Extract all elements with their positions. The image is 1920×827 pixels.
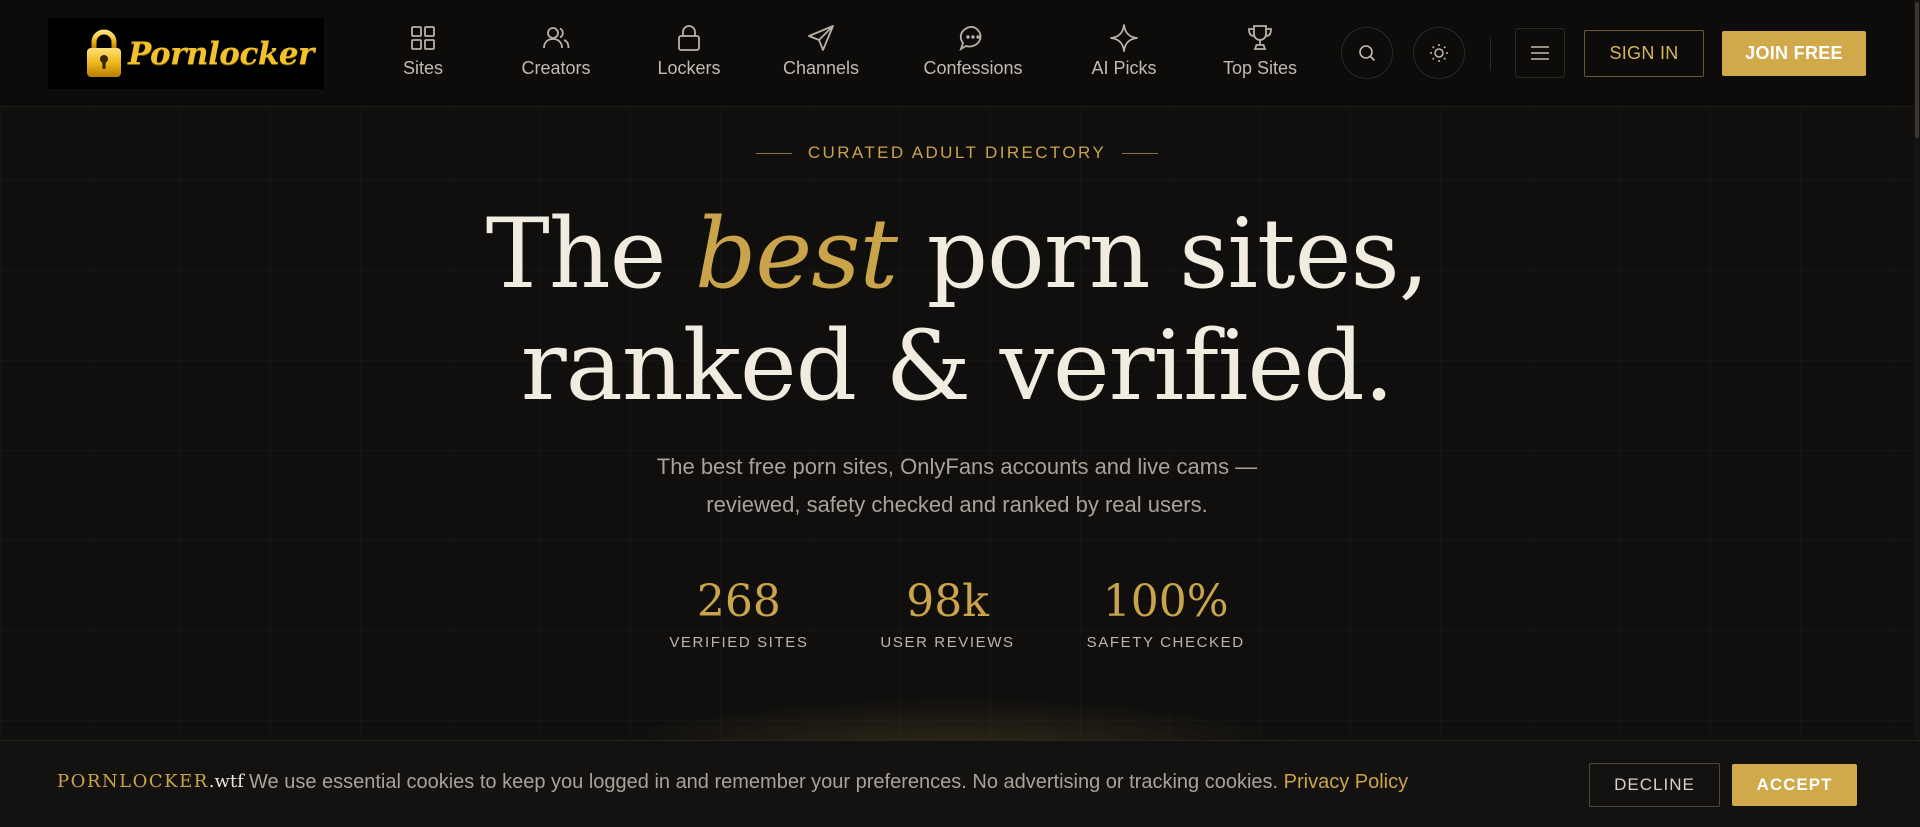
nav-item-lockers[interactable]: Lockers	[631, 22, 747, 79]
nav-label: Sites	[402, 58, 444, 78]
search-button[interactable]	[1341, 27, 1393, 79]
nav-label: Lockers	[657, 58, 721, 78]
title-part-2: porn sites,	[897, 198, 1430, 310]
logo-text: Pornlocker	[128, 35, 314, 72]
cookie-brand: PORNLOCKER.wtf	[57, 771, 244, 792]
nav-label: Confessions	[923, 58, 1023, 78]
padlock-icon	[87, 29, 121, 77]
grid-icon	[411, 26, 435, 50]
hero-title: The best porn sites, ranked & verified.	[0, 198, 1914, 422]
stat-value: 100%	[1102, 576, 1229, 627]
hero-stats: 268 VERIFIED SITES 98k USER REVIEWS 100%…	[0, 576, 1914, 652]
stat-label: USER REVIEWS	[880, 634, 1015, 651]
nav-label: AI Picks	[1091, 58, 1157, 78]
send-icon	[808, 25, 834, 51]
title-part-1: The	[485, 198, 695, 310]
trophy-icon	[1248, 25, 1272, 50]
menu-button[interactable]	[1515, 28, 1565, 78]
hero-eyebrow: CURATED ADULT DIRECTORY	[0, 143, 1914, 163]
hero-subtitle: The best free porn sites, OnlyFans accou…	[656, 454, 1258, 517]
lock-icon	[678, 25, 700, 51]
cookie-consent-bar: PORNLOCKER.wtf We use essential cookies …	[0, 740, 1920, 827]
stat-label: VERIFIED SITES	[669, 634, 809, 651]
nav-item-channels[interactable]: Channels	[747, 22, 895, 79]
hamburger-menu-icon	[1531, 46, 1549, 60]
search-icon	[1359, 45, 1376, 62]
eyebrow-line-right	[1122, 152, 1159, 154]
page-scrollbar-thumb[interactable]	[1915, 2, 1919, 138]
sparkle-icon	[1110, 24, 1138, 52]
theme-toggle-button[interactable]	[1413, 27, 1465, 79]
stat-verified-sites: 268 VERIFIED SITES	[669, 576, 809, 652]
cookie-brand-name: PORNLOCKER	[57, 771, 209, 792]
hero-title-line-2: ranked & verified.	[520, 310, 1395, 422]
page: Pornlocker Sites Creators Lockers Channe…	[0, 0, 1920, 827]
sun-icon	[1430, 44, 1448, 62]
site-logo[interactable]: Pornlocker	[48, 18, 324, 89]
privacy-policy-link[interactable]: Privacy Policy	[1284, 771, 1408, 793]
nav-item-top-sites[interactable]: Top Sites	[1197, 22, 1323, 79]
hero-title-line-1: The best porn sites,	[485, 198, 1430, 310]
stat-value: 98k	[906, 576, 989, 627]
nav-item-ai-picks[interactable]: AI Picks	[1051, 22, 1197, 79]
chat-bubble-icon	[959, 26, 982, 52]
nav-label: Channels	[782, 58, 860, 78]
nav-item-sites[interactable]: Sites	[365, 22, 481, 79]
eyebrow-text: CURATED ADULT DIRECTORY	[807, 143, 1107, 162]
nav-item-creators[interactable]: Creators	[481, 22, 631, 79]
cookie-message: We use essential cookies to keep you log…	[249, 771, 1408, 794]
stat-value: 268	[696, 576, 781, 627]
cookie-message-text: We use essential cookies to keep you log…	[249, 771, 1279, 793]
header-divider	[1490, 38, 1491, 70]
eyebrow-line-left	[755, 152, 792, 154]
nav-item-confessions[interactable]: Confessions	[895, 22, 1051, 79]
nav-label: Top Sites	[1222, 58, 1298, 78]
join-free-button[interactable]: JOIN FREE	[1722, 31, 1866, 76]
cookie-brand-tld: .wtf	[208, 771, 244, 792]
main-navigation: Sites Creators Lockers Channels Confessi…	[365, 22, 1323, 79]
users-icon	[543, 27, 570, 49]
title-accent: best	[694, 198, 898, 310]
nav-label: Creators	[521, 58, 591, 78]
sign-in-button[interactable]: SIGN IN	[1584, 30, 1704, 77]
decline-cookies-button[interactable]: DECLINE	[1589, 763, 1720, 807]
stat-safety-checked: 100% SAFETY CHECKED	[1086, 576, 1245, 652]
accept-cookies-button[interactable]: ACCEPT	[1732, 764, 1857, 806]
stat-user-reviews: 98k USER REVIEWS	[880, 576, 1015, 652]
stat-label: SAFETY CHECKED	[1086, 634, 1245, 651]
top-navigation-bar: Pornlocker Sites Creators Lockers Channe…	[0, 0, 1920, 107]
